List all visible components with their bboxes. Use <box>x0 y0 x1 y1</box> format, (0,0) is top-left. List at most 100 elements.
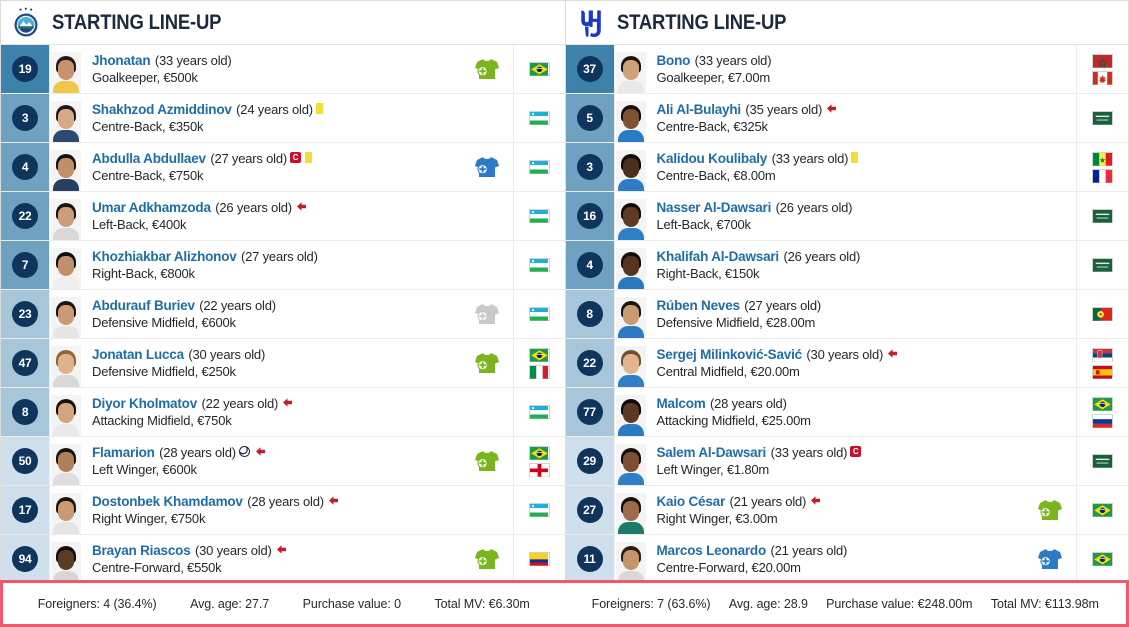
nationality-flag-sn <box>1092 151 1113 166</box>
nationality-flag-ge <box>528 462 550 477</box>
player-name-link[interactable]: Dostonbek Khamdamov <box>92 494 243 509</box>
substitution-cell <box>461 388 513 436</box>
player-info-cell: Khozhiakbar Alizhonov (27 years old) Righ… <box>82 241 461 289</box>
player-info-cell: Umar Adkhamzoda (26 years old) Left-Back,… <box>82 192 461 240</box>
nationality-cell <box>1076 192 1128 240</box>
player-name-link[interactable]: Bono <box>657 53 691 68</box>
player-name-link[interactable]: Kalidou Koulibaly <box>657 151 768 166</box>
player-photo-cell <box>49 388 82 436</box>
nationality-cell <box>1076 388 1128 436</box>
player-photo <box>51 444 81 485</box>
player-name-link[interactable]: Brayan Riascos <box>92 543 191 558</box>
player-name-link[interactable]: Salem Al-Dawsari <box>657 445 767 460</box>
player-photo-cell <box>49 143 82 191</box>
table-row[interactable]: 4 Abdulla Abdullaev (27 years old) C Centre… <box>1 143 565 192</box>
substitution-in-icon[interactable] <box>474 548 500 570</box>
player-age: (33 years old) <box>770 444 848 460</box>
table-row[interactable]: 19 Jhonatan (33 years old) Goalkeeper, €50… <box>1 45 565 94</box>
table-row[interactable]: 16 Nasser Al-Dawsari (26 years old) Left-B… <box>565 192 1128 241</box>
table-row[interactable]: 27 Kaio César (21 years old) Right Winger,… <box>565 486 1128 535</box>
nationality-flag-br <box>1092 552 1113 566</box>
nationality-flag-uz <box>528 160 550 174</box>
shirt-number: 11 <box>576 546 603 572</box>
table-row[interactable]: 47 Jonatan Lucca (30 years old) Defensive … <box>1 339 565 388</box>
player-name-link[interactable]: Rúben Neves <box>657 298 741 313</box>
player-name-link[interactable]: Malcom <box>657 396 706 411</box>
table-row[interactable]: 50 Flamarion (28 years old) Left Winger, €… <box>1 437 565 486</box>
player-photo <box>51 150 81 191</box>
player-name-link[interactable]: Khozhiakbar Alizhonov <box>92 249 237 264</box>
nationality-flag-uz <box>528 209 550 223</box>
player-name-link[interactable]: Ali Al-Bulayhi <box>657 102 742 117</box>
player-info-cell: Salem Al-Dawsari (33 years old) C Left Win… <box>647 437 1025 485</box>
substitution-inactive-icon[interactable] <box>474 303 500 325</box>
table-row[interactable]: 22 Umar Adkhamzoda (26 years old) Left-Bac… <box>1 192 565 241</box>
nationality-cell <box>512 241 565 289</box>
shirt-number: 7 <box>12 252 38 278</box>
shirt-number-cell: 94 <box>1 535 49 583</box>
shirt-number: 27 <box>576 497 603 523</box>
player-name-link[interactable]: Kaio César <box>657 494 726 509</box>
shirt-number-cell: 22 <box>565 339 614 387</box>
player-photo <box>615 52 646 93</box>
player-name-link[interactable]: Nasser Al-Dawsari <box>657 200 772 215</box>
nationality-cell <box>512 437 565 485</box>
player-name-link[interactable]: Khalifah Al-Dawsari <box>657 249 780 264</box>
substitution-in-icon[interactable] <box>474 450 500 472</box>
shirt-number-cell: 8 <box>565 290 614 338</box>
player-name-link[interactable]: Jhonatan <box>92 53 151 68</box>
player-photo <box>51 199 81 240</box>
shirt-number: 16 <box>576 203 603 229</box>
table-row[interactable]: 11 Marcos Leonardo (21 years old) Centre-F… <box>565 535 1129 583</box>
nationality-flag-uz <box>528 307 550 321</box>
player-name-link[interactable]: Sergej Milinković-Savić <box>657 347 803 362</box>
player-info-cell: Dostonbek Khamdamov (28 years old) Right … <box>82 486 461 534</box>
player-name-link[interactable]: Shakhzod Azmiddinov <box>92 102 232 117</box>
player-photo <box>615 444 646 485</box>
player-name-link[interactable]: Abdurauf Buriev <box>92 298 195 313</box>
shirt-number: 4 <box>12 154 38 180</box>
table-row[interactable]: 5 Ali Al-Bulayhi (35 years old) Centre-Bac… <box>565 94 1128 143</box>
table-row[interactable]: 17 Dostonbek Khamdamov (28 years old) Righ… <box>1 486 565 535</box>
table-row[interactable]: 3 Shakhzod Azmiddinov (24 years old) Centr… <box>1 94 565 143</box>
player-name-link[interactable]: Jonatan Lucca <box>92 347 184 362</box>
shirt-number-cell: 17 <box>1 486 49 534</box>
table-row[interactable]: 8 Diyor Kholmatov (22 years old) Attacking… <box>1 388 565 437</box>
table-row[interactable]: 23 Abdurauf Buriev (22 years old) Defensiv… <box>1 290 565 339</box>
player-age: (30 years old) <box>188 346 266 362</box>
player-name-link[interactable]: Flamarion <box>92 445 155 460</box>
substitution-in-icon[interactable] <box>474 58 500 80</box>
substitution-in-icon[interactable] <box>474 352 500 374</box>
player-name-line: Shakhzod Azmiddinov (24 years old) <box>92 102 461 118</box>
table-row[interactable]: 4 Khalifah Al-Dawsari (26 years old) Right… <box>565 241 1128 290</box>
player-info-cell: Ali Al-Bulayhi (35 years old) Centre-Back… <box>647 94 1025 142</box>
player-photo <box>615 346 646 387</box>
substitution-out-icon[interactable] <box>474 156 500 178</box>
table-row[interactable]: 8 Rúben Neves (27 years old) Defensive Mid… <box>565 290 1128 339</box>
left-foreigners: Foreigners: 4 (36.4%) <box>37 596 157 611</box>
table-row[interactable]: 94 Brayan Riascos (30 years old) Centre-Fo… <box>1 535 565 583</box>
player-photo-cell <box>613 45 647 93</box>
nationality-flag-ru <box>1092 413 1113 428</box>
player-name-link[interactable]: Umar Adkhamzoda <box>92 200 211 215</box>
table-row[interactable]: 22 Sergej Milinković-Savić (30 years old)… <box>565 339 1128 388</box>
substitution-out-icon[interactable] <box>1037 548 1063 570</box>
player-age: (22 years old) <box>201 395 279 411</box>
player-name-link[interactable]: Diyor Kholmatov <box>92 396 197 411</box>
nationality-flag-es <box>1092 364 1113 379</box>
player-position-value: Defensive Midfield, €600k <box>92 314 236 330</box>
table-row[interactable]: 37 Bono (33 years old) Goalkeeper, €7.00m <box>565 45 1128 94</box>
player-name-link[interactable]: Marcos Leonardo <box>657 543 767 558</box>
player-photo <box>615 395 646 436</box>
nationality-cell <box>512 486 565 534</box>
player-photo-cell <box>49 339 82 387</box>
table-row[interactable]: 29 Salem Al-Dawsari (33 years old) C Left W… <box>565 437 1128 486</box>
table-row[interactable]: 7 Khozhiakbar Alizhonov (27 years old) Rig… <box>1 241 565 290</box>
captain-badge: C <box>290 151 302 163</box>
player-name-link[interactable]: Abdulla Abdullaev <box>92 151 206 166</box>
player-position-value: Centre-Back, €325k <box>656 118 768 134</box>
substitution-in-icon[interactable] <box>1037 499 1063 521</box>
table-row[interactable]: 77 Malcom (28 years old) Attacking Midfiel… <box>565 388 1128 437</box>
player-name-line: Sergej Milinković-Savić (30 years old) <box>657 347 1025 363</box>
table-row[interactable]: 3 Kalidou Koulibaly (33 years old) Centre-… <box>565 143 1128 192</box>
